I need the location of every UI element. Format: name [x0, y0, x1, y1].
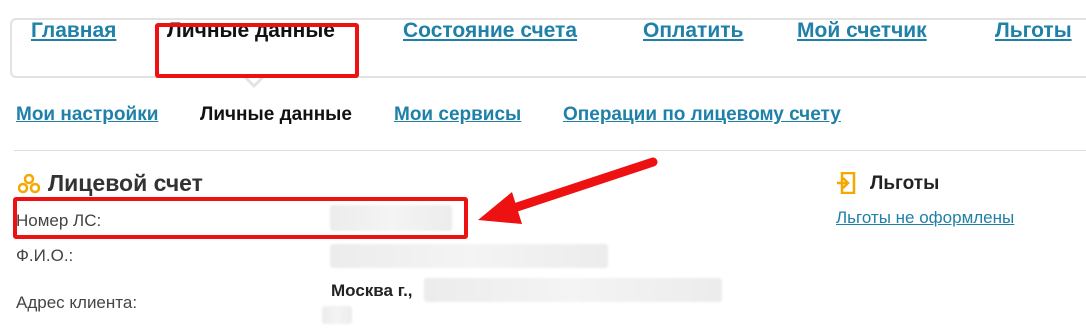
address-redacted-line2 [322, 306, 352, 324]
tab-my-meter[interactable]: Мой счетчик [797, 0, 927, 60]
tab-home[interactable]: Главная [31, 0, 116, 60]
address-label: Адрес клиента: [16, 293, 138, 312]
address-value: Москва г., [331, 281, 413, 300]
benefits-title: Льготы [870, 173, 940, 194]
subtab-my-services[interactable]: Мои сервисы [394, 104, 521, 126]
name-redacted [330, 244, 608, 268]
subtab-account-operations[interactable]: Операции по лицевому счету [563, 104, 841, 126]
benefits-link[interactable]: Льготы не оформлены [836, 208, 1014, 228]
subtab-personal-data[interactable]: Личные данные [200, 104, 352, 126]
active-tab-pointer [244, 76, 264, 88]
account-group-icon [18, 174, 40, 194]
account-section-title: Лицевой счет [48, 170, 203, 196]
name-label: Ф.И.О.: [16, 246, 74, 265]
tab-benefits[interactable]: Льготы [995, 0, 1072, 60]
benefits-icon [837, 172, 856, 194]
annotation-arrow-icon [478, 157, 658, 224]
subtab-my-settings[interactable]: Мои настройки [16, 104, 158, 126]
highlight-account-number [13, 197, 468, 239]
tab-pay[interactable]: Оплатить [643, 0, 743, 60]
highlight-personal-data-tab [155, 23, 359, 78]
address-redacted [424, 278, 722, 302]
tab-account-status[interactable]: Состояние счета [403, 0, 577, 60]
